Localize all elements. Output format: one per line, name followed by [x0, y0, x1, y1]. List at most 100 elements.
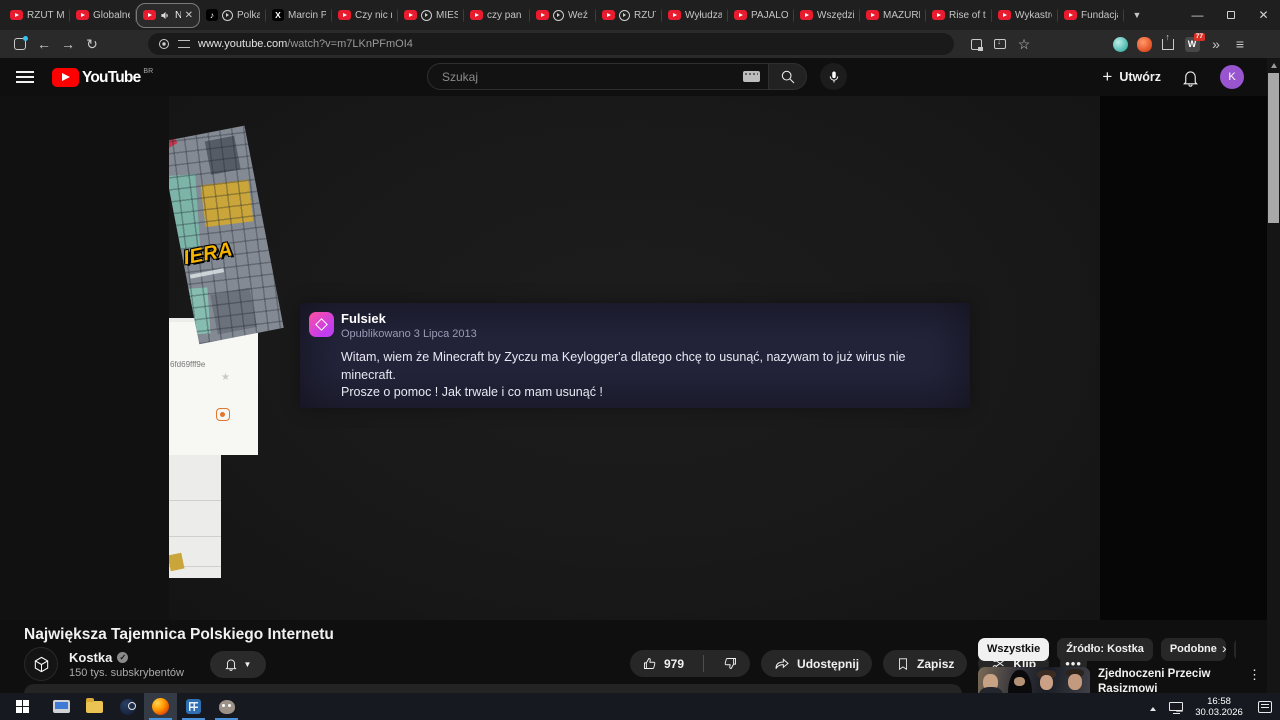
extension-share-button[interactable] [1156, 32, 1180, 56]
masthead-right: + Utwórz K [1102, 58, 1244, 96]
browser-tab[interactable]: PAJALOCK [728, 3, 794, 28]
browser-tab[interactable]: Globalne [70, 3, 136, 28]
back-button[interactable]: ← [32, 32, 56, 56]
browser-tab[interactable]: Fundacja E [1058, 3, 1124, 28]
keyboard-icon[interactable] [743, 71, 760, 82]
clock-date: 30.03.2026 [1195, 706, 1243, 718]
search-input[interactable] [442, 69, 743, 84]
window-minimize-button[interactable]: — [1181, 0, 1214, 30]
forward-button[interactable]: → [56, 32, 80, 56]
related-thumbnail[interactable] [978, 667, 1090, 693]
related-menu-icon[interactable]: ⋮ [1248, 667, 1261, 693]
voice-search-button[interactable] [820, 63, 847, 90]
search-icon [781, 70, 794, 83]
tab-label: czy pan je [487, 9, 524, 21]
browser-tab[interactable]: MAZUREK [860, 3, 926, 28]
address-bar[interactable]: www.youtube.com/watch?v=m7LKnPFmOI4 [148, 33, 954, 55]
start-button[interactable] [0, 693, 45, 720]
chip-from-channel[interactable]: Źródło: Kostka [1057, 638, 1153, 661]
web-capture-button[interactable] [964, 32, 988, 56]
taskbar-clock[interactable]: 16:58 30.03.2026 [1188, 696, 1250, 718]
youtube-logo[interactable]: YouTube BR [52, 67, 153, 87]
related-video-item[interactable]: Zjednoczeni Przeciw Rasizmowi i niezrzes… [978, 667, 1261, 693]
taskbar-steam[interactable] [111, 693, 144, 720]
save-button[interactable]: Zapisz [883, 650, 968, 677]
taskbar-firefox[interactable] [144, 693, 177, 720]
browser-tab[interactable]: Wszędzie [794, 3, 860, 28]
chip-all[interactable]: Wszystkie [978, 638, 1050, 661]
taskbar-file-explorer[interactable] [78, 693, 111, 720]
chips-next-icon[interactable]: › [1222, 640, 1227, 656]
browser-tab[interactable]: X Marcin Pal [266, 3, 332, 28]
tab-close-icon[interactable]: ✕ [185, 10, 193, 21]
tab-list-chevron-icon[interactable]: ▼ [1124, 10, 1150, 20]
scrollbar-up-icon[interactable] [1267, 58, 1280, 72]
extension-orange-button[interactable] [1132, 32, 1156, 56]
taskbar-gimp[interactable] [210, 693, 243, 720]
subscriber-count: 150 tys. subskrybentów [69, 666, 184, 679]
chip-for-you[interactable]: Dla C [1233, 638, 1236, 661]
workspaces-button[interactable] [8, 32, 32, 56]
restore-icon [1226, 11, 1235, 19]
favorites-button[interactable]: ☆ [1012, 32, 1036, 56]
collections-button[interactable] [988, 32, 1012, 56]
monitor-icon [53, 700, 70, 713]
description-box[interactable] [24, 684, 962, 693]
taskbar-this-pc[interactable] [45, 693, 78, 720]
extension-w-button[interactable]: W 77 [1180, 32, 1205, 56]
browser-tab[interactable]: RZUT [596, 3, 662, 28]
share-button[interactable]: Udostępnij [761, 650, 873, 677]
search-box[interactable] [427, 63, 769, 90]
bell-icon [225, 659, 238, 671]
create-button[interactable]: + Utwórz [1102, 67, 1161, 87]
extension-orange-icon [1136, 36, 1152, 52]
page-scrollbar[interactable] [1267, 58, 1280, 693]
channel-avatar[interactable] [24, 647, 58, 681]
like-button[interactable]: 979 [630, 650, 696, 677]
browser-tab-active[interactable]: Naj ✕ [136, 2, 200, 28]
channel-name[interactable]: Kostka [69, 650, 112, 665]
extensions-overflow-button[interactable]: » [1204, 32, 1228, 56]
action-center-button[interactable] [1250, 700, 1280, 713]
site-info-icon[interactable] [158, 38, 170, 50]
search-button[interactable] [769, 63, 807, 90]
browser-tab[interactable]: Wykastro [992, 3, 1058, 28]
browser-tab[interactable]: MIESZ [398, 3, 464, 28]
notifications-bell-icon[interactable] [1181, 68, 1200, 87]
browser-tab[interactable]: Czy nic nie [332, 3, 398, 28]
youtube-favicon [932, 10, 945, 20]
url-text[interactable]: www.youtube.com/watch?v=m7LKnPFmOI4 [198, 38, 413, 50]
extension-teal-button[interactable] [1108, 32, 1132, 56]
media-playing-icon [553, 9, 564, 21]
video-player[interactable]: 6fd69fff9e ★ IERA Fulsiek Opublikowano 3… [169, 96, 1100, 620]
related-title[interactable]: Zjednoczeni Przeciw Rasizmowi i niezrzes… [1098, 667, 1238, 693]
refresh-button[interactable]: ↻ [80, 32, 104, 56]
tab-audio-icon[interactable] [160, 10, 171, 21]
tab-label: Naj [175, 10, 181, 21]
network-tray-button[interactable] [1164, 702, 1188, 714]
browser-tab[interactable]: Wyłudzan [662, 3, 728, 28]
subscribed-bell-button[interactable]: ▼ [209, 650, 266, 678]
page-left-gutter [0, 96, 169, 620]
browser-tab[interactable]: RZUT MO [4, 3, 70, 28]
chip-related[interactable]: Podobne [1160, 638, 1226, 661]
browser-tab[interactable]: czy pan je [464, 3, 530, 28]
tab-label: MAZUREK [883, 9, 920, 21]
browser-tab[interactable]: Weź si [530, 3, 596, 28]
taskbar-calculator[interactable] [177, 693, 210, 720]
gimp-icon [218, 699, 235, 714]
scrollbar-thumb[interactable] [1268, 73, 1279, 223]
browser-tab[interactable]: ♪ Polka [200, 3, 266, 28]
plus-icon: + [1102, 67, 1113, 86]
guide-menu-button[interactable] [16, 71, 34, 83]
account-avatar[interactable]: K [1220, 65, 1244, 89]
youtube-watch-page: 6fd69fff9e ★ IERA Fulsiek Opublikowano 3… [0, 96, 1280, 693]
dislike-button[interactable] [711, 650, 750, 677]
tray-expand-icon[interactable] [1142, 698, 1164, 716]
site-permissions-icon[interactable] [178, 40, 190, 48]
tab-label: Fundacja E [1081, 9, 1118, 21]
window-close-button[interactable]: ✕ [1247, 0, 1280, 30]
browser-menu-button[interactable]: ≡ [1228, 32, 1252, 56]
window-restore-button[interactable] [1214, 0, 1247, 30]
browser-tab[interactable]: Rise of the [926, 3, 992, 28]
